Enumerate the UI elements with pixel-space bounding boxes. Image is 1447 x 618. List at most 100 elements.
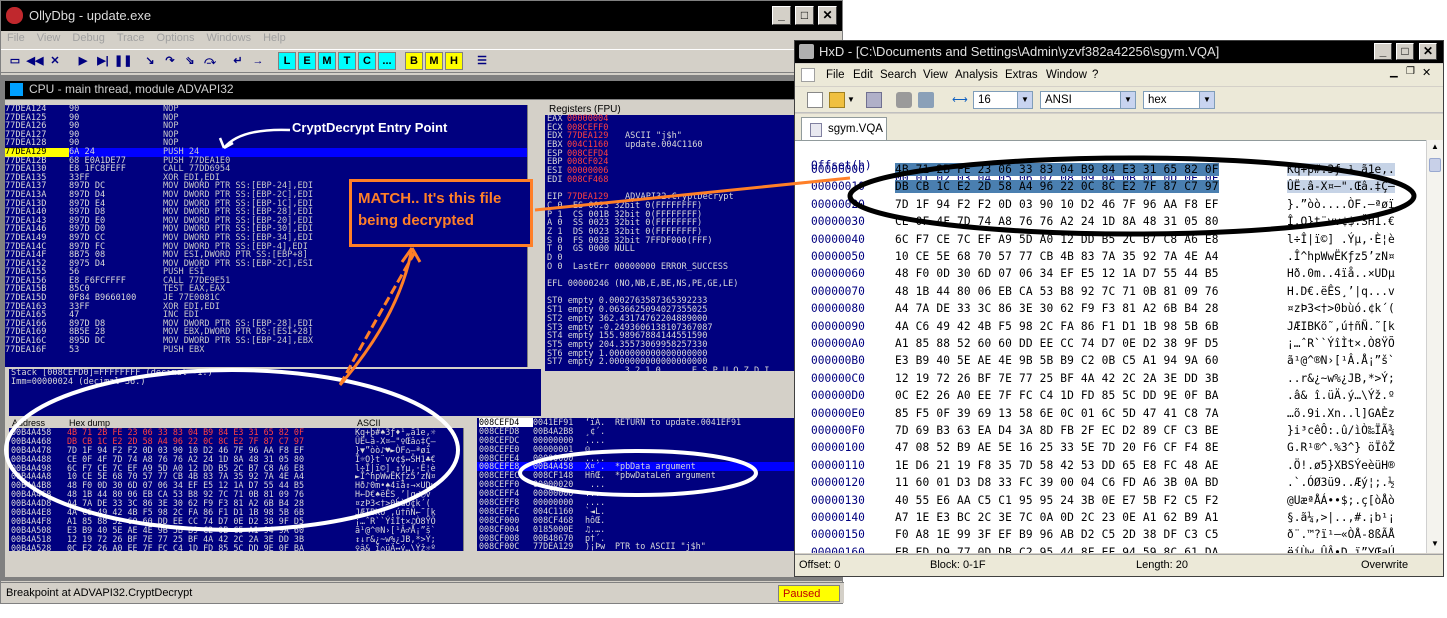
scroll-up-icon[interactable]: ▲ — [1429, 142, 1441, 154]
stack-row[interactable]: 008CF000 008CF468 hôŒ. — [477, 515, 797, 525]
patches-button[interactable]: ... — [378, 52, 396, 70]
minimize-button[interactable]: _ — [772, 6, 791, 25]
threads-button[interactable]: T — [338, 52, 356, 70]
hxd-maximize-button[interactable]: □ — [1396, 43, 1414, 60]
menu-options[interactable]: Options — [151, 31, 201, 44]
open-folder-icon[interactable] — [829, 92, 845, 108]
mdi-restore-icon[interactable]: ❐ — [1406, 66, 1415, 77]
stack-row[interactable]: 008CEFEC 008CF148 HñŒ. *pbwDataLen argument — [477, 471, 797, 480]
registers-pane[interactable]: Registers (FPU) EAX 00000004 ECX 008CEFF0 ED… — [545, 105, 797, 371]
scroll-down-icon[interactable]: ▼ — [1429, 539, 1441, 551]
hxd-menu-window[interactable]: Window — [1046, 69, 1087, 81]
mdi-minimize-icon[interactable]: ▁ — [1390, 67, 1398, 78]
hex-row[interactable]: 00000080 A4 7A DE 33 3C 86 3E 30 62 F9 F3… — [795, 302, 1426, 319]
menu-debug[interactable]: Debug — [66, 31, 110, 44]
hex-row[interactable]: 000000B0 E3 B9 40 5E AE 4E 9B 5B B9 C2 0B… — [795, 354, 1426, 371]
stack-row[interactable]: 008CF004 0185000E ♫.…. — [477, 524, 797, 534]
mdi-close-icon[interactable]: ✕ — [1422, 66, 1431, 79]
hxd-close-button[interactable]: ✕ — [1419, 43, 1437, 60]
memory-map-button[interactable]: M — [318, 52, 336, 70]
hxd-menu-extras[interactable]: Extras — [1005, 69, 1038, 81]
hex-row[interactable]: 00000100 47 08 52 B9 AE 5E 16 25 33 5E 7D… — [795, 441, 1426, 458]
disasm-row[interactable]: 77DEA127 90 NOP — [5, 131, 537, 140]
menu-help[interactable]: Help — [257, 31, 292, 44]
pause-icon[interactable]: ❚❚ — [114, 52, 132, 70]
disasm-row[interactable]: 77DEA126 90 NOP — [5, 122, 537, 131]
disasm-row[interactable]: 77DEA124 90 NOP — [5, 105, 537, 114]
stack-pane[interactable]: 008CEFD4 0041EF91 ‘ïA. RETURN to update.004… — [477, 418, 797, 551]
breakpoints-button[interactable]: B — [405, 52, 423, 70]
stack-row[interactable]: 008CEFF8 00000000.... — [477, 498, 797, 507]
go-to-icon[interactable]: → — [249, 52, 267, 70]
open-dropdown-icon[interactable]: ▼ — [847, 92, 863, 108]
stack-row[interactable]: 008CEFFC 004C1160 `◄L. — [477, 507, 797, 516]
hex-row[interactable]: 00000030 CE 0F 4F 7D 74 A8 76 76 A2 24 1D… — [795, 215, 1426, 232]
hex-editor-scrollbar[interactable]: ▲ ▼ — [1426, 140, 1443, 553]
list-icon[interactable]: ☰ — [473, 52, 491, 70]
executables-button[interactable]: E — [298, 52, 316, 70]
save-icon[interactable] — [866, 92, 882, 108]
open-icon[interactable]: ▭ — [6, 52, 24, 70]
hex-row[interactable]: 00000040 6C F7 CE 7C EF A9 5D A0 12 DD B5… — [795, 233, 1426, 250]
menu-trace[interactable]: Trace — [111, 31, 151, 44]
trace-into-icon[interactable]: ⇘ — [181, 52, 199, 70]
hardware-breakpoints-button[interactable]: H — [445, 52, 463, 70]
hex-row[interactable]: 000000C0 12 19 72 26 BF 7E 77 25 BF 4A 42… — [795, 372, 1426, 389]
stack-row[interactable]: 008CEFF0 00000020 ... — [477, 480, 797, 489]
ram-icon[interactable] — [896, 92, 912, 108]
stack-row[interactable]: 008CEFD4 0041EF91 ‘ïA. RETURN to update.004… — [477, 418, 797, 427]
charset-select[interactable]: ANSI ▼ — [1040, 91, 1136, 109]
log-window-button[interactable]: L — [278, 52, 296, 70]
hex-row[interactable]: 000000A0 A1 85 88 52 60 60 DD EE CC 74 D7… — [795, 337, 1426, 354]
hex-row[interactable]: 00000160 EB ED D9 77 0D DB C2 95 44 8F EF… — [795, 546, 1426, 553]
dump-scrollbar[interactable] — [463, 428, 475, 551]
tab-sgym-vqa[interactable]: sgym.VQA — [801, 117, 887, 140]
cpu-button[interactable]: C — [358, 52, 376, 70]
disasm-row[interactable]: 77DEA163 33FF XOR EDI,EDI — [5, 303, 537, 312]
dump-row[interactable]: 00B4A528 0C E2 26 A0 EE 7F FC C4 1D FD 85… — [9, 543, 475, 551]
step-into-icon[interactable]: ↘ — [141, 52, 159, 70]
memory-breakpoints-button[interactable]: M — [425, 52, 443, 70]
disk-icon[interactable] — [918, 92, 934, 108]
disasm-row[interactable]: 77DEA16C 895D DC MOV DWORD PTR SS:[EBP-24]… — [5, 337, 537, 346]
hex-row[interactable]: 000000F0 7D 69 B3 63 EA D4 3A 8D FB 2F EC… — [795, 424, 1426, 441]
run-thread-icon[interactable]: ▶| — [94, 52, 112, 70]
disasm-row[interactable]: 77DEA125 90 NOP — [5, 113, 537, 123]
trace-over-icon[interactable]: ⤼ — [201, 52, 219, 70]
hex-row[interactable]: 00000060 48 F0 0D 30 6D 07 06 34 EF E5 12… — [795, 267, 1426, 284]
hex-row[interactable]: 00000070 48 1B 44 80 06 EB CA 53 B8 92 7C… — [795, 285, 1426, 302]
bytes-per-row-select[interactable]: 16 ▼ — [973, 91, 1033, 109]
stack-row[interactable]: 008CEFDC 00000000.... — [477, 435, 797, 445]
hex-row[interactable]: 00000140 A7 1E E3 BC 2C 3E 7C 0A 0D 2C 23… — [795, 511, 1426, 528]
menu-windows[interactable]: Windows — [200, 31, 257, 44]
execute-till-return-icon[interactable]: ↵ — [229, 52, 247, 70]
disasm-row[interactable]: 77DEA152 8975 D4 MOV DWORD PTR SS:[EBP-2C]… — [5, 260, 537, 269]
menu-view[interactable]: View — [31, 31, 67, 44]
stack-row[interactable]: 008CEFF4 00000000.... — [477, 489, 797, 498]
step-over-icon[interactable]: ↷ — [161, 52, 179, 70]
disasm-row[interactable]: 77DEA16F 53 PUSH EBX — [5, 346, 537, 355]
hxd-minimize-button[interactable]: _ — [1374, 43, 1392, 60]
maximize-button[interactable]: □ — [795, 6, 814, 25]
hex-row[interactable]: 00000020 7D 1F 94 F2 F2 0D 03 90 10 D2 46… — [795, 198, 1426, 215]
rewind-icon[interactable]: ◀◀ — [26, 52, 44, 70]
stack-row[interactable]: 008CEFE0 00000001 ☺... — [477, 444, 797, 454]
hex-row[interactable]: 00000050 10 CE 5E 68 70 57 77 CB 4B 83 7A… — [795, 250, 1426, 267]
hxd-menu-edit[interactable]: Edit — [853, 69, 873, 81]
hxd-menu-view[interactable]: View — [923, 69, 948, 81]
stack-row[interactable]: 008CEFD8 00B4A2B8 ¸¢´. — [477, 426, 797, 436]
hex-row[interactable]: 000000D0 0C E2 26 A0 EE 7F FC C4 1D FD 85… — [795, 389, 1426, 406]
scroll-thumb[interactable] — [1429, 158, 1441, 172]
display-mode-select[interactable]: hex ▼ — [1143, 91, 1215, 109]
hxd-menu-file[interactable]: File — [826, 69, 845, 81]
hex-editor[interactable]: Offset(h) 00 01 02 03 04 05 06 07 08 09 … — [795, 140, 1426, 553]
close-button[interactable]: ✕ — [818, 6, 837, 25]
run-icon[interactable]: ▶ — [74, 52, 92, 70]
hxd-menu-analysis[interactable]: Analysis — [955, 69, 998, 81]
hex-dump-pane[interactable]: Address Hex dump ASCII 00B4A458 4B 71 2B … — [9, 418, 475, 551]
new-file-icon[interactable] — [807, 92, 823, 108]
hex-row[interactable]: 00000110 1E D6 21 19 F8 35 7D 58 42 53 DD… — [795, 459, 1426, 476]
hex-row[interactable]: 00000010 DB CB 1C E2 2D 58 A4 96 22 0C 8C… — [795, 180, 1426, 197]
hex-row[interactable]: 00000120 11 60 01 D3 D8 33 FC 39 00 04 C6… — [795, 476, 1426, 493]
hex-row[interactable]: 00000130 40 55 E6 AA C5 C1 95 95 24 3B 0E… — [795, 494, 1426, 511]
